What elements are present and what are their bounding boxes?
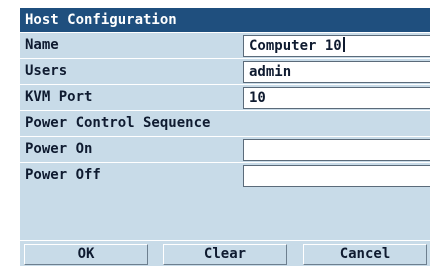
name-input-value: Computer 10 [249,38,342,54]
ok-button[interactable]: OK [24,244,148,265]
name-row: Name Computer 10 [20,32,430,58]
power-control-sequence-row: Power Control Sequence [20,110,430,136]
kvm-port-row: KVM Port 10 [20,84,430,110]
kvm-port-input[interactable]: 10 [243,87,430,109]
power-on-label: Power On [25,141,93,157]
cancel-button[interactable]: Cancel [303,244,427,265]
text-cursor [342,37,345,52]
users-input[interactable]: admin [243,61,430,83]
kvm-port-label: KVM Port [25,89,93,105]
power-off-label: Power Off [25,167,101,183]
power-on-row: Power On [20,136,430,162]
host-configuration-dialog: Host Configuration Name Computer 10 User… [20,8,430,266]
power-on-input[interactable] [243,139,430,161]
power-off-input[interactable] [243,165,430,187]
users-label: Users [25,63,68,79]
users-row: Users admin [20,58,430,84]
dialog-title: Host Configuration [20,8,430,32]
power-off-row: Power Off [20,162,430,188]
name-label: Name [25,37,59,53]
power-control-sequence-label: Power Control Sequence [25,115,211,131]
name-input[interactable]: Computer 10 [243,35,430,57]
clear-button[interactable]: Clear [163,244,287,265]
button-row: OK Clear Cancel [20,240,430,266]
